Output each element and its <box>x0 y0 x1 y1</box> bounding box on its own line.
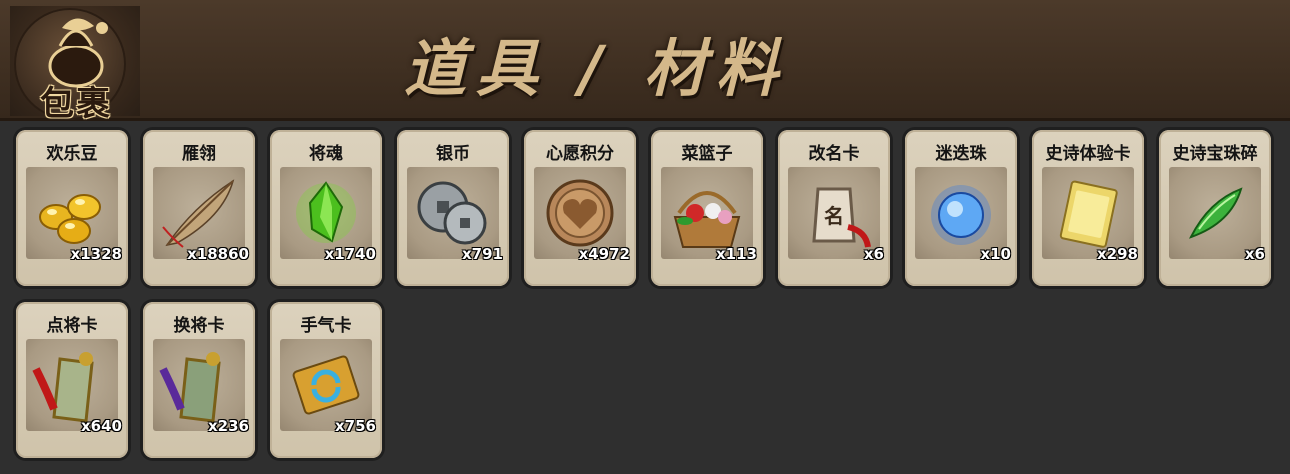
item-card-shouqi-ka[interactable]: 手气卡 x756 <box>270 302 382 458</box>
item-card-dianjiang-ka[interactable]: 点将卡 x640 <box>16 302 128 458</box>
item-count: x6 <box>1244 245 1265 263</box>
bag-label: 包裹 <box>40 84 112 124</box>
item-name: 点将卡 <box>46 316 98 336</box>
item-count: x756 <box>335 417 376 435</box>
item-icon-well: x640 <box>26 339 122 435</box>
item-count: x1328 <box>70 245 122 263</box>
item-name: 菜篮子 <box>681 144 733 164</box>
item-card-gaiming-ka[interactable]: 改名卡 名 x6 <box>778 130 890 286</box>
page-title: 道具 / 材料 <box>404 32 788 105</box>
item-icon-well: x1328 <box>26 167 122 263</box>
header-banner: 包裹 道具 / 材料 <box>0 0 1290 124</box>
item-icon-well: x4972 <box>534 167 630 263</box>
item-card-shishi-tiyan-ka[interactable]: 史诗体验卡 x298 <box>1032 130 1144 286</box>
item-name: 将魂 <box>309 144 343 164</box>
item-count: x1740 <box>324 245 376 263</box>
item-icon-well: 名 x6 <box>788 167 884 263</box>
item-name: 迷迭珠 <box>935 144 987 164</box>
item-count: x791 <box>462 245 503 263</box>
item-icon-well: x236 <box>153 339 249 435</box>
item-name: 手气卡 <box>300 316 352 336</box>
item-name: 银币 <box>436 144 470 164</box>
item-icon-well: x1740 <box>280 167 376 263</box>
item-card-yinbi[interactable]: 银币 x791 <box>397 130 509 286</box>
item-icon-well: x298 <box>1042 167 1138 263</box>
item-icon-well: x10 <box>915 167 1011 263</box>
item-count: x640 <box>81 417 122 435</box>
item-card-yanling[interactable]: 雁翎 x18860 <box>143 130 255 286</box>
item-name: 心愿积分 <box>546 144 614 164</box>
item-icon-well: x18860 <box>153 167 249 263</box>
item-name: 欢乐豆 <box>46 144 98 164</box>
item-card-midiezhu[interactable]: 迷迭珠 x10 <box>905 130 1017 286</box>
item-name: 史诗体验卡 <box>1045 144 1131 164</box>
item-icon-well: x756 <box>280 339 376 435</box>
item-count: x10 <box>980 245 1011 263</box>
item-count: x113 <box>716 245 757 263</box>
bag-emblem: 包裹 <box>10 6 140 124</box>
item-card-huanjiang-ka[interactable]: 换将卡 x236 <box>143 302 255 458</box>
item-card-shishi-baozhu-sui[interactable]: 史诗宝珠碎 x6 <box>1159 130 1271 286</box>
item-card-cailanzi[interactable]: 菜篮子 x113 <box>651 130 763 286</box>
item-card-huanledou[interactable]: 欢乐豆 x1328 <box>16 130 128 286</box>
item-count: x6 <box>863 245 884 263</box>
item-name: 换将卡 <box>173 316 225 336</box>
svg-text:名: 名 <box>824 204 844 228</box>
item-count: x18860 <box>187 245 249 263</box>
item-icon-well: x6 <box>1169 167 1265 263</box>
item-icon-well: x791 <box>407 167 503 263</box>
item-count: x236 <box>208 417 249 435</box>
item-name: 史诗宝珠碎 <box>1172 144 1258 164</box>
item-card-xinyuan-jifen[interactable]: 心愿积分 x4972 <box>524 130 636 286</box>
item-count: x298 <box>1097 245 1138 263</box>
item-card-jianghun[interactable]: 将魂 x1740 <box>270 130 382 286</box>
item-icon-well: x113 <box>661 167 757 263</box>
item-name: 雁翎 <box>182 144 216 164</box>
item-count: x4972 <box>578 245 630 263</box>
item-name: 改名卡 <box>808 144 860 164</box>
